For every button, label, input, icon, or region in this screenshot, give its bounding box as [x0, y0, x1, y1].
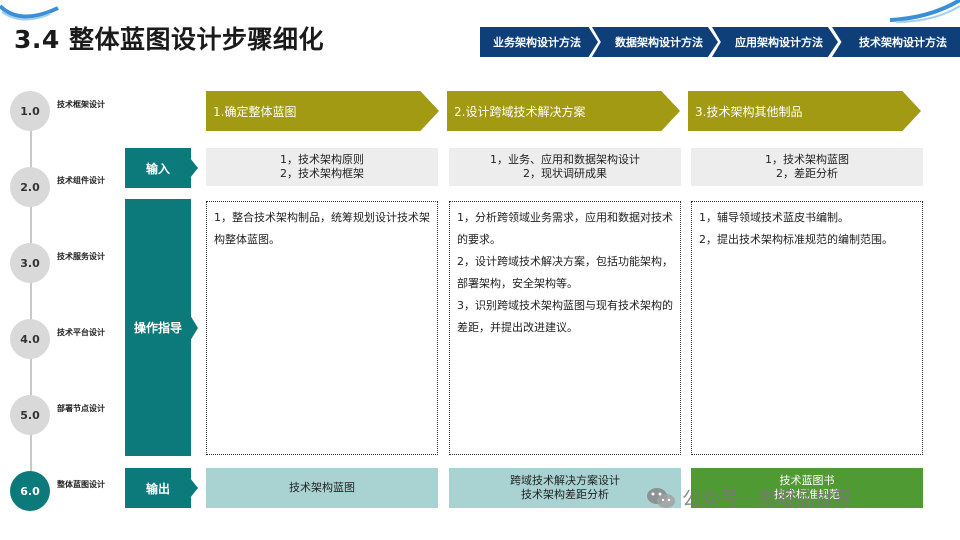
output-cell-1: 技术架构蓝图	[206, 468, 438, 508]
input-line: 1，技术架构原则	[280, 153, 364, 166]
guide-cell-2: 1，分析跨领域业务需求，应用和数据对技术的要求。 2，设计跨域技术解决方案，包括…	[449, 201, 681, 455]
row-arrow-tip-output	[190, 478, 198, 498]
step-number-circle: 4.0	[10, 319, 50, 359]
row-arrow-tip-guide	[190, 315, 198, 341]
step-number-circle: 3.0	[10, 243, 50, 283]
step-3[interactable]: 3.0 技术服务设计	[10, 243, 110, 283]
step-2[interactable]: 2.0 技术组件设计	[10, 167, 110, 207]
column-header-2: 2.设计跨域技术解决方案	[447, 91, 680, 131]
page-title: 3.4 整体蓝图设计步骤细化	[14, 25, 324, 54]
step-1[interactable]: 1.0 技术框架设计	[10, 91, 110, 131]
step-label: 部署节点设计	[57, 404, 105, 413]
input-line: 2，技术架构框架	[280, 167, 364, 180]
input-line: 2，差距分析	[776, 167, 838, 180]
guide-line: 2，设计跨域技术解决方案，包括功能架构，部署架构，安全架构等。	[457, 255, 673, 290]
wechat-watermark: 公众号 · 肉眼品世界	[646, 484, 852, 511]
step-label: 技术服务设计	[57, 252, 105, 261]
step-number-circle: 1.0	[10, 91, 50, 131]
nav-technology-architecture[interactable]: 技术架构设计方法	[832, 27, 960, 57]
output-line: 技术架构蓝图	[289, 481, 355, 494]
step-5[interactable]: 5.0 部署节点设计	[10, 395, 110, 435]
step-label: 技术组件设计	[57, 176, 105, 185]
guide-line: 3，识别跨域技术架构蓝图与现有技术架构的差距，并提出改进建议。	[457, 299, 673, 334]
step-number-circle: 2.0	[10, 167, 50, 207]
input-line: 1，技术架构蓝图	[765, 153, 849, 166]
row-label-output: 输出	[125, 468, 191, 508]
step-number-circle: 6.0	[10, 471, 50, 511]
corner-swoosh-decoration-right	[890, 0, 960, 23]
guide-line: 1，整合技术架构制品，统筹规划设计技术架构整体蓝图。	[214, 211, 430, 246]
guide-cell-3: 1，辅导领域技术蓝皮书编制。 2，提出技术架构标准规范的编制范围。	[691, 201, 923, 455]
step-label: 技术平台设计	[57, 328, 105, 337]
nav-data-architecture[interactable]: 数据架构设计方法	[592, 27, 718, 57]
watermark-text: 公众号 · 肉眼品世界	[682, 488, 853, 510]
input-cell-2: 1，业务、应用和数据架构设计 2，现状调研成果	[449, 148, 681, 186]
step-number-circle: 5.0	[10, 395, 50, 435]
row-label-guide: 操作指导	[125, 199, 191, 456]
step-4[interactable]: 4.0 技术平台设计	[10, 319, 110, 359]
row-label-input: 输入	[125, 148, 191, 188]
column-header-3: 3.技术架构其他制品	[688, 91, 921, 131]
nav-business-architecture[interactable]: 业务架构设计方法	[480, 27, 598, 57]
step-6-active[interactable]: 6.0 整体蓝图设计	[10, 471, 110, 511]
timeline-line	[30, 98, 32, 506]
method-nav: 业务架构设计方法 数据架构设计方法 应用架构设计方法 技术架构设计方法	[480, 27, 960, 57]
wechat-icon	[647, 487, 675, 508]
nav-application-architecture[interactable]: 应用架构设计方法	[712, 27, 838, 57]
guide-line: 2，提出技术架构标准规范的编制范围。	[699, 233, 893, 246]
step-label: 技术框架设计	[57, 100, 105, 109]
column-header-1: 1.确定整体蓝图	[206, 91, 439, 131]
input-line: 1，业务、应用和数据架构设计	[490, 153, 640, 166]
guide-line: 1，辅导领域技术蓝皮书编制。	[699, 211, 849, 224]
guide-line: 1，分析跨领域业务需求，应用和数据对技术的要求。	[457, 211, 673, 246]
step-label: 整体蓝图设计	[57, 480, 105, 489]
guide-cell-1: 1，整合技术架构制品，统筹规划设计技术架构整体蓝图。	[206, 201, 438, 455]
input-line: 2，现状调研成果	[523, 167, 607, 180]
row-arrow-tip-input	[190, 158, 198, 178]
input-cell-3: 1，技术架构蓝图 2，差距分析	[691, 148, 923, 186]
input-cell-1: 1，技术架构原则 2，技术架构框架	[206, 148, 438, 186]
